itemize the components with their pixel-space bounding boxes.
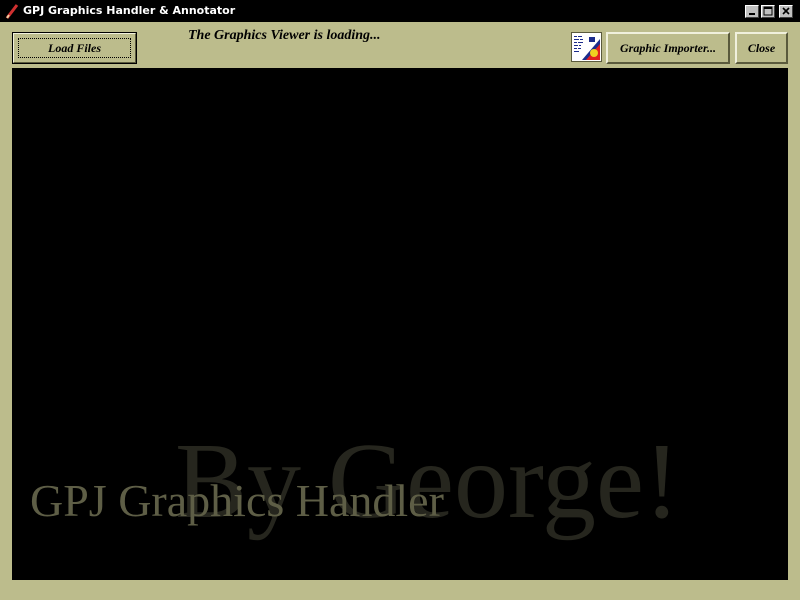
image-import-icon[interactable]: [571, 32, 602, 62]
minimize-button[interactable]: [745, 5, 759, 18]
window-title: GPJ Graphics Handler & Annotator: [23, 4, 236, 17]
watermark-app-name: GPJ Graphics Handler: [30, 475, 444, 526]
graphic-importer-button[interactable]: Graphic Importer...: [606, 32, 730, 64]
load-files-button[interactable]: Load Files: [12, 32, 137, 64]
app-window: GPJ Graphics Handler & Annotator Load Fi…: [0, 0, 800, 600]
graphic-importer-label: Graphic Importer...: [619, 40, 716, 55]
maximize-icon: [763, 6, 773, 16]
focus-rectangle: [18, 38, 131, 58]
close-label: Close: [747, 40, 776, 55]
window-close-button[interactable]: [779, 5, 793, 18]
close-button[interactable]: Close: [735, 32, 788, 64]
minimize-icon: [749, 13, 755, 15]
loading-status-text: The Graphics Viewer is loading...: [188, 28, 381, 43]
close-icon: [782, 7, 790, 15]
title-bar[interactable]: GPJ Graphics Handler & Annotator: [0, 0, 800, 22]
maximize-button[interactable]: [761, 5, 775, 18]
graphics-viewer-area[interactable]: By George! GPJ Graphics Handler: [12, 68, 788, 580]
app-pencil-icon[interactable]: [5, 3, 19, 19]
